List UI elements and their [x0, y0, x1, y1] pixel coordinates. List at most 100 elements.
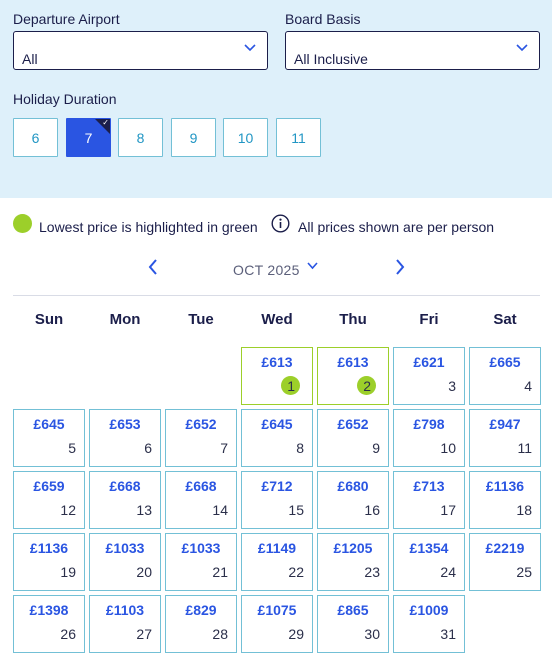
calendar-day-cell[interactable]: £2219 25 [469, 533, 541, 591]
day-price: £1136 [485, 478, 525, 494]
calendar-day-cell[interactable]: £798 10 [393, 409, 465, 467]
day-number: 11 [517, 440, 532, 456]
day-price: £829 [185, 602, 217, 618]
day-number: 30 [364, 626, 380, 642]
calendar-day-cell[interactable]: £865 30 [317, 595, 389, 653]
duration-option-10[interactable]: 10 [223, 118, 268, 157]
day-price: £653 [109, 416, 141, 432]
day-number: 27 [136, 626, 152, 642]
month-selector[interactable]: OCT 2025 [233, 262, 300, 278]
calendar-day-cell[interactable]: £653 6 [89, 409, 161, 467]
day-price: £713 [413, 478, 445, 494]
day-price: £1033 [105, 540, 145, 556]
day-number: 18 [516, 502, 532, 518]
calendar-day-cell[interactable]: £645 5 [13, 409, 85, 467]
next-month-arrow-icon[interactable] [393, 258, 407, 276]
calendar-day-cell[interactable]: £668 13 [89, 471, 161, 529]
holiday-duration-label: Holiday Duration [13, 91, 117, 107]
calendar-day-cell[interactable]: £1136 18 [469, 471, 541, 529]
departure-airport-label: Departure Airport [13, 11, 120, 27]
day-price: £1075 [257, 602, 297, 618]
day-price: £645 [261, 416, 293, 432]
day-price: £613 [261, 354, 293, 370]
duration-option-label: 7 [84, 129, 93, 146]
day-number: 7 [220, 440, 228, 456]
calendar-day-cell[interactable]: £947 11 [469, 409, 541, 467]
weekday-header: Wed [261, 311, 293, 328]
calendar-day-cell[interactable]: £1033 20 [89, 533, 161, 591]
calendar-day-cell[interactable]: £1354 24 [393, 533, 465, 591]
calendar-day-cell-lowest[interactable]: £613 2 [317, 347, 389, 405]
calendar-day-cell[interactable]: £1205 23 [317, 533, 389, 591]
day-price: £668 [185, 478, 217, 494]
calendar-day-cell[interactable]: £659 12 [13, 471, 85, 529]
previous-month-arrow-icon[interactable] [146, 258, 160, 276]
departure-airport-select[interactable]: All [13, 31, 268, 70]
calendar-day-cell[interactable]: £1136 19 [13, 533, 85, 591]
calendar-day-cell[interactable]: £713 17 [393, 471, 465, 529]
day-price: £665 [489, 354, 521, 370]
weekday-header: Tue [188, 311, 214, 328]
day-number: 1 [287, 378, 295, 394]
calendar-day-cell[interactable]: £1075 29 [241, 595, 313, 653]
day-number: 5 [68, 440, 76, 456]
calendar-day-cell[interactable]: £645 8 [241, 409, 313, 467]
calendar-day-cell[interactable]: £1103 27 [89, 595, 161, 653]
duration-option-9[interactable]: 9 [171, 118, 216, 157]
day-price: £1009 [409, 602, 449, 618]
departure-airport-value: All [22, 51, 38, 67]
calendar-day-cell[interactable]: £1033 21 [165, 533, 237, 591]
duration-option-11[interactable]: 11 [276, 118, 321, 157]
day-price: £668 [109, 478, 141, 494]
day-number: 6 [144, 440, 152, 456]
green-dot-icon [13, 214, 32, 233]
day-price: £652 [185, 416, 217, 432]
calendar-day-cell[interactable]: £668 14 [165, 471, 237, 529]
calendar-day-cell[interactable]: £665 4 [469, 347, 541, 405]
day-number: 10 [440, 440, 456, 456]
calendar-day-cell[interactable]: £652 7 [165, 409, 237, 467]
calendar-day-cell[interactable]: £1398 26 [13, 595, 85, 653]
day-number: 9 [372, 440, 380, 456]
day-price: £798 [413, 416, 445, 432]
weekday-header: Sun [34, 311, 64, 328]
calendar-day-cell[interactable]: £1009 31 [393, 595, 465, 653]
day-number: 31 [440, 626, 456, 642]
info-icon [271, 214, 290, 233]
calendar-day-cell[interactable]: £1149 22 [241, 533, 313, 591]
day-number: 21 [212, 564, 228, 580]
weekday-header: Thu [339, 311, 367, 328]
day-number: 16 [364, 502, 380, 518]
calendar-day-cell[interactable]: £680 16 [317, 471, 389, 529]
day-price: £865 [337, 602, 369, 618]
day-price: £659 [33, 478, 65, 494]
day-price: £621 [413, 354, 445, 370]
calendar-day-cell[interactable]: £652 9 [317, 409, 389, 467]
lowest-price-legend: Lowest price is highlighted in green [39, 219, 258, 235]
duration-option-8[interactable]: 8 [118, 118, 163, 157]
day-number: 24 [440, 564, 456, 580]
day-number: 19 [60, 564, 76, 580]
duration-option-6[interactable]: 6 [13, 118, 58, 157]
day-price: £947 [489, 416, 521, 432]
day-price: £680 [337, 478, 369, 494]
board-basis-select[interactable]: All Inclusive [285, 31, 540, 70]
day-number: 25 [516, 564, 532, 580]
calendar-day-cell[interactable]: £712 15 [241, 471, 313, 529]
weekday-header: Fri [419, 311, 439, 328]
calendar-day-cell[interactable]: £829 28 [165, 595, 237, 653]
day-price: £613 [337, 354, 369, 370]
day-number: 3 [448, 378, 456, 394]
duration-option-7-selected[interactable]: 7 ✓ [66, 118, 111, 157]
day-price: £2219 [485, 540, 525, 556]
calendar-day-cell-lowest[interactable]: £613 1 [241, 347, 313, 405]
calendar-divider [13, 295, 540, 296]
calendar-day-cell[interactable]: £621 3 [393, 347, 465, 405]
day-number: 29 [288, 626, 304, 642]
day-price: £1136 [29, 540, 69, 556]
checkmark-icon: ✓ [102, 118, 109, 127]
weekday-header: Sat [493, 311, 517, 328]
chevron-down-icon[interactable] [307, 262, 318, 270]
day-price: £1033 [181, 540, 221, 556]
day-price: £1205 [333, 540, 373, 556]
